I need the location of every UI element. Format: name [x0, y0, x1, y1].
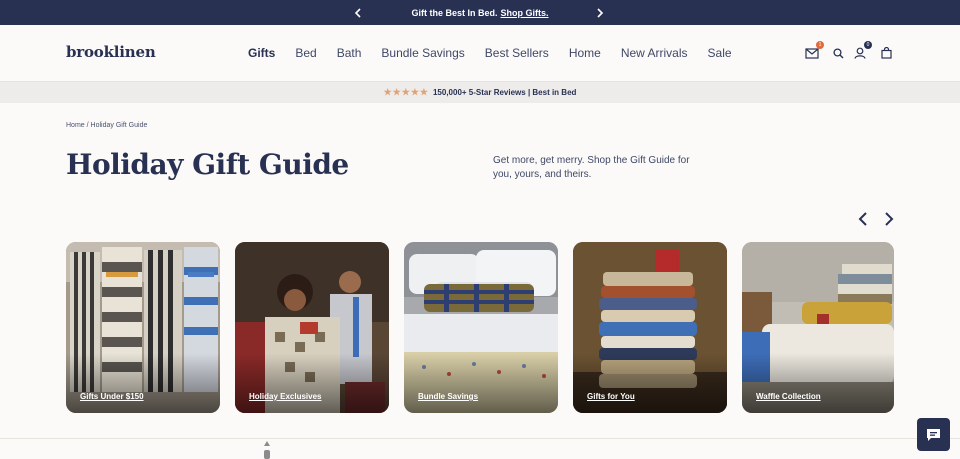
card-label[interactable]: Holiday Exclusives [249, 392, 321, 401]
chevron-left-icon [354, 7, 361, 18]
chat-icon [927, 428, 940, 441]
account-badge: 0 [864, 41, 872, 49]
breadcrumb: Home / Holiday Gift Guide [66, 122, 147, 129]
cart-button[interactable] [878, 45, 894, 61]
nav-item-gifts[interactable]: Gifts [248, 46, 275, 60]
main-nav: Gifts Bed Bath Bundle Savings Best Selle… [248, 46, 752, 60]
bag-icon [880, 47, 892, 59]
chevron-left-icon [858, 212, 867, 226]
star-icon: ★ [392, 87, 402, 97]
nav-item-new-arrivals[interactable]: New Arrivals [621, 46, 688, 60]
promo-next-button[interactable] [590, 0, 610, 25]
star-icon: ★ [383, 87, 393, 97]
account-icon [854, 47, 866, 59]
card-shade [66, 353, 220, 413]
nav-item-best-sellers[interactable]: Best Sellers [485, 46, 549, 60]
intro-text: Get more, get merry. Shop the Gift Guide… [493, 155, 690, 180]
promo-text: Gift the Best In Bed. [411, 7, 498, 18]
mail-badge: 1 [816, 41, 824, 49]
category-card-holiday-exclusives[interactable]: Holiday Exclusives [235, 242, 389, 413]
card-shade [235, 353, 389, 413]
card-label[interactable]: Bundle Savings [418, 392, 478, 401]
chevron-right-icon [597, 7, 604, 18]
card-shade [404, 353, 558, 413]
nav-item-sale[interactable]: Sale [708, 46, 732, 60]
promo-link[interactable]: Shop Gifts. [501, 8, 549, 18]
carousel-prev-button[interactable] [853, 209, 873, 229]
promo-prev-button[interactable] [348, 0, 368, 25]
star-icon: ★ [401, 87, 411, 97]
mail-button[interactable]: 1 [804, 41, 824, 61]
star-icon: ★ [410, 87, 420, 97]
card-shade [742, 353, 894, 413]
section-divider [0, 438, 960, 439]
mail-icon [805, 47, 819, 59]
site-header: brooklinen Gifts Bed Bath Bundle Savings… [0, 25, 960, 82]
nav-item-home[interactable]: Home [569, 46, 601, 60]
nav-item-bath[interactable]: Bath [337, 46, 362, 60]
category-card-gifts-for-you[interactable]: Gifts for You [573, 242, 727, 413]
promo-bar: Gift the Best In Bed. Shop Gifts. [0, 0, 960, 25]
star-rating: ★★★★★ [384, 87, 429, 98]
scroll-indicator-icon [264, 441, 270, 459]
carousel-next-button[interactable] [879, 209, 899, 229]
category-card-bundle-savings[interactable]: Bundle Savings [404, 242, 558, 413]
card-label[interactable]: Waffle Collection [756, 392, 821, 401]
nav-item-bed[interactable]: Bed [295, 46, 316, 60]
breadcrumb-current: Holiday Gift Guide [90, 122, 148, 129]
logo[interactable]: brooklinen [66, 43, 156, 61]
reviews-strip: ★★★★★ 150,000+ 5-Star Reviews | Best in … [0, 82, 960, 103]
account-button[interactable]: 0 [852, 41, 872, 61]
search-icon [832, 47, 843, 58]
chat-button[interactable] [917, 418, 950, 451]
page-title: Holiday Gift Guide [66, 148, 349, 181]
reviews-text: 150,000+ 5-Star Reviews | Best in Bed [432, 88, 577, 97]
chevron-right-icon [885, 212, 894, 226]
breadcrumb-home[interactable]: Home [66, 122, 85, 129]
card-label[interactable]: Gifts Under $150 [80, 392, 144, 401]
nav-item-bundle-savings[interactable]: Bundle Savings [381, 46, 464, 60]
category-card-gifts-under-150[interactable]: Gifts Under $150 [66, 242, 220, 413]
card-shade [573, 353, 727, 413]
card-label[interactable]: Gifts for You [587, 392, 635, 401]
breadcrumb-separator: / [86, 122, 89, 129]
star-icon: ★ [419, 87, 429, 97]
search-button[interactable] [830, 45, 846, 61]
category-card-waffle-collection[interactable]: Waffle Collection [742, 242, 894, 413]
